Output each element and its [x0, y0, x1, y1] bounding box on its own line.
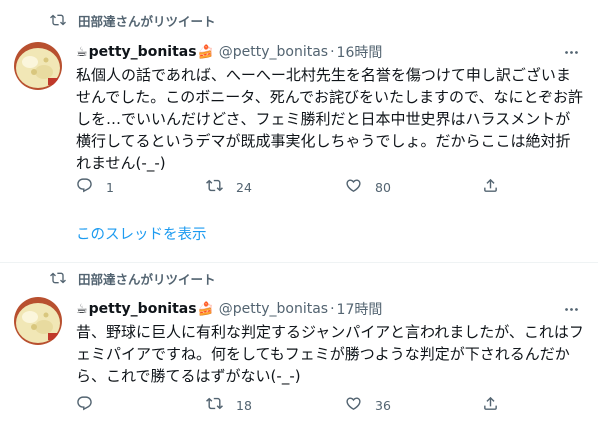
retweet-context: 田部達さんがリツイート — [49, 268, 216, 288]
tweet-header: ☕ petty_bonitas 🍰 @petty_bonitas · 17時間 — [76, 298, 382, 320]
tweet-header: ☕ petty_bonitas 🍰 @petty_bonitas · 16時間 — [76, 41, 382, 63]
retweeted-by-label[interactable]: 田部達さんがリツイート — [78, 269, 216, 288]
retweet-icon — [206, 177, 223, 198]
reply-icon — [76, 395, 93, 416]
share-button[interactable] — [482, 394, 499, 416]
coffee-emoji: ☕ — [76, 44, 88, 60]
retweet-icon — [49, 11, 67, 29]
user-handle[interactable]: @petty_bonitas — [219, 44, 328, 60]
retweet-context: 田部達さんがリツイート — [49, 10, 216, 30]
separator-dot: · — [330, 301, 335, 317]
retweeted-by-label[interactable]: 田部達さんがリツイート — [78, 11, 216, 30]
timestamp[interactable]: 17時間 — [337, 299, 383, 319]
timestamp[interactable]: 16時間 — [337, 42, 383, 62]
retweet-button[interactable]: 24 — [206, 176, 252, 198]
avatar[interactable] — [14, 42, 62, 90]
like-icon — [345, 177, 362, 198]
separator-dot: · — [330, 44, 335, 60]
like-button[interactable]: 80 — [345, 176, 391, 198]
share-icon — [482, 395, 499, 416]
more-icon[interactable] — [562, 43, 580, 61]
cake-emoji: 🍰 — [197, 44, 214, 60]
user-handle[interactable]: @petty_bonitas — [219, 301, 328, 317]
tweet[interactable]: 田部達さんがリツイート ☕ petty_bonitas 🍰 @petty_bon… — [0, 0, 598, 262]
retweet-icon — [206, 395, 223, 416]
like-count: 80 — [375, 179, 391, 195]
reply-count: 1 — [106, 179, 114, 195]
tweet-text: 私個人の話であれば、へーへー北村先生を名誉を傷つけて申し訳ございませんでした。こ… — [76, 66, 584, 172]
display-name[interactable]: petty_bonitas — [89, 301, 197, 317]
retweet-count: 18 — [236, 397, 252, 413]
more-icon[interactable] — [562, 300, 580, 318]
like-count: 36 — [375, 397, 391, 413]
retweet-count: 24 — [236, 179, 252, 195]
tweet-actions: 1 24 80 — [68, 176, 538, 198]
tweet[interactable]: 田部達さんがリツイート ☕ petty_bonitas 🍰 @petty_bon… — [0, 262, 598, 435]
retweet-button[interactable]: 18 — [206, 394, 252, 416]
avatar[interactable] — [14, 297, 62, 345]
reply-button[interactable]: 1 — [76, 176, 114, 198]
cake-emoji: 🍰 — [197, 301, 214, 317]
tweet-actions: 18 36 — [68, 394, 538, 416]
share-icon — [482, 177, 499, 198]
display-name[interactable]: petty_bonitas — [89, 44, 197, 60]
tweet-text: 昔、野球に巨人に有利な判定するジャンパイアと言われましたが、これはフェミパイアで… — [76, 323, 584, 385]
coffee-emoji: ☕ — [76, 301, 88, 317]
retweet-icon — [49, 269, 67, 287]
like-icon — [345, 395, 362, 416]
like-button[interactable]: 36 — [345, 394, 391, 416]
reply-button[interactable] — [76, 394, 106, 416]
reply-icon — [76, 177, 93, 198]
share-button[interactable] — [482, 176, 499, 198]
show-thread-link[interactable]: このスレッドを表示 — [76, 223, 207, 244]
